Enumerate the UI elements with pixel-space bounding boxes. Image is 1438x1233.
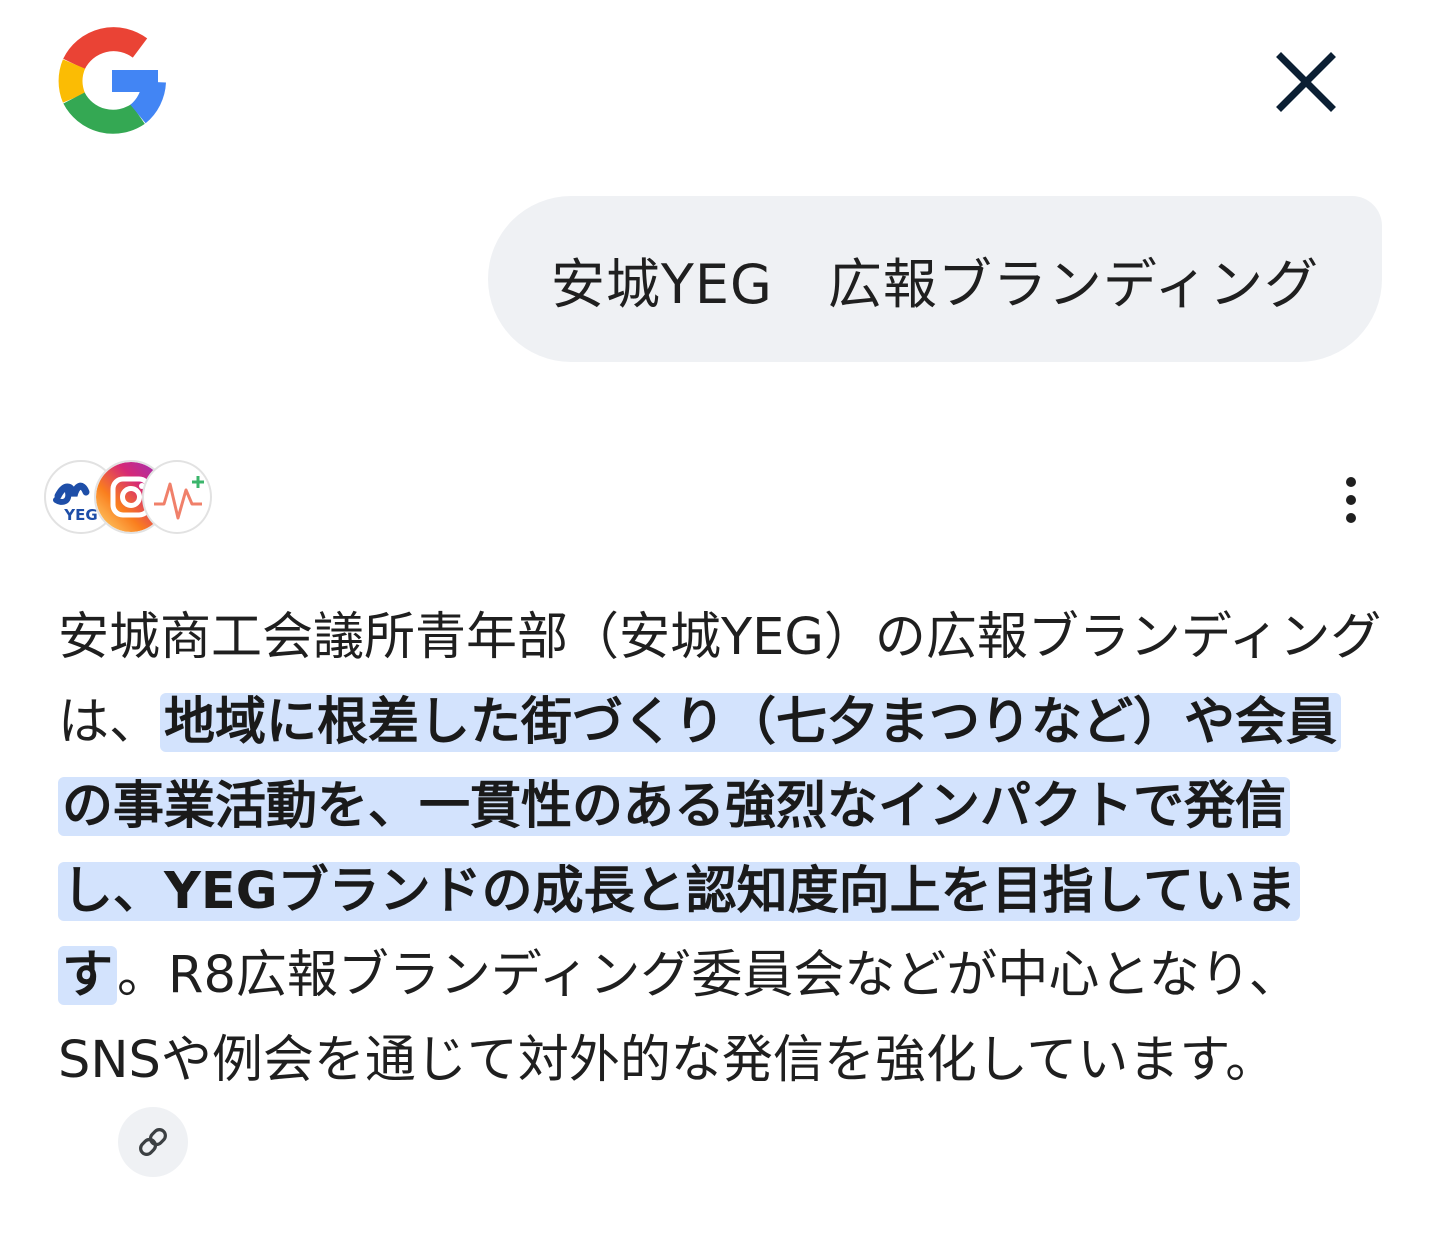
- source-avatars[interactable]: YEG: [44, 460, 214, 538]
- query-bubble: 安城YEG 広報ブランディング: [488, 196, 1382, 362]
- answer-text: 安城商工会議所青年部（安城YEG）の広報ブランディングは、地域に根差した街づくり…: [58, 596, 1383, 1188]
- source-link-button[interactable]: [118, 1107, 188, 1177]
- query-text: 安城YEG 広報ブランディング: [550, 252, 1320, 316]
- google-g-icon: [52, 22, 168, 138]
- sparkle-pulse-icon: [142, 460, 212, 534]
- more-vert-icon: [1346, 477, 1356, 523]
- link-icon: [139, 1128, 167, 1156]
- yeg-logo-text: YEG: [63, 506, 97, 524]
- close-button[interactable]: [1262, 38, 1350, 126]
- answer-text-part2: 。R8広報ブランディング委員会などが中心となり、SNSや例会を通じて対外的な発信…: [58, 946, 1300, 1090]
- more-options-button[interactable]: [1322, 466, 1380, 534]
- close-icon: [1276, 52, 1336, 112]
